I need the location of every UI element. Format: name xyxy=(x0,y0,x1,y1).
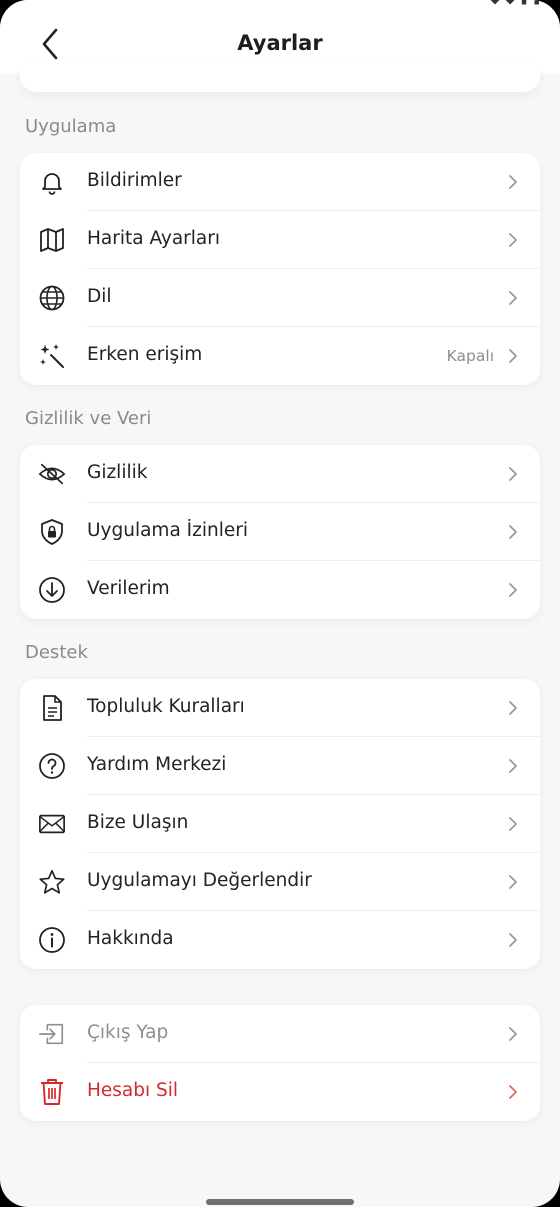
chevron-right-icon xyxy=(509,933,517,947)
settings-item-help-center[interactable]: Yardım Merkezi xyxy=(20,737,540,795)
trash-icon xyxy=(38,1078,66,1106)
card-support: Topluluk Kuralları Yardım Merkezi Bize U… xyxy=(20,679,540,969)
shield-lock-icon xyxy=(38,518,66,546)
logout-icon xyxy=(38,1020,66,1048)
chevron-right-icon xyxy=(509,1085,517,1099)
settings-item-privacy[interactable]: Gizlilik xyxy=(20,445,540,503)
settings-item-label: Çıkış Yap xyxy=(87,1022,169,1043)
settings-item-rate-app[interactable]: Uygulamayı Değerlendir xyxy=(20,853,540,911)
section-title-uygulama: Uygulama xyxy=(25,116,117,137)
settings-item-label: Bize Ulaşın xyxy=(87,812,189,833)
section-title-support: Destek xyxy=(25,642,88,663)
early-access-status: Kapalı xyxy=(446,347,494,365)
settings-item-app-permissions[interactable]: Uygulama İzinleri xyxy=(20,503,540,561)
chevron-right-icon xyxy=(509,291,517,305)
settings-item-label: Bildirimler xyxy=(87,170,182,191)
settings-item-label: Harita Ayarları xyxy=(87,228,220,249)
card-uygulama: Bildirimler Harita Ayarları Dil Erken er… xyxy=(20,153,540,385)
chevron-right-icon xyxy=(509,875,517,889)
mail-icon xyxy=(38,810,66,838)
settings-screen: ◆◆▮▮ Ayarlar Uygulama Bildirimler Harita… xyxy=(0,0,560,1207)
card-privacy: Gizlilik Uygulama İzinleri Verilerim xyxy=(20,445,540,619)
settings-item-label: Hesabı Sil xyxy=(87,1080,179,1101)
document-icon xyxy=(38,694,66,722)
settings-item-label: Yardım Merkezi xyxy=(87,754,227,775)
chevron-right-icon xyxy=(509,1027,517,1041)
previous-card-bottom xyxy=(20,64,540,92)
card-account: Çıkış Yap Hesabı Sil xyxy=(20,1005,540,1121)
chevron-right-icon xyxy=(509,175,517,189)
settings-item-notifications[interactable]: Bildirimler xyxy=(20,153,540,211)
settings-item-label: Verilerim xyxy=(87,578,170,599)
info-icon xyxy=(38,926,66,954)
settings-item-about[interactable]: Hakkında xyxy=(20,911,540,969)
eye-off-icon xyxy=(38,460,66,488)
settings-item-label: Uygulama İzinleri xyxy=(87,520,248,541)
settings-item-label: Dil xyxy=(87,286,112,307)
settings-item-label: Gizlilik xyxy=(87,462,148,483)
page-title: Ayarlar xyxy=(237,31,323,55)
bell-icon xyxy=(38,168,66,196)
status-icons: ◆◆▮▮ xyxy=(490,0,546,6)
help-circle-icon xyxy=(38,752,66,780)
download-circle-icon xyxy=(38,576,66,604)
settings-item-label: Uygulamayı Değerlendir xyxy=(87,870,312,891)
chevron-right-icon xyxy=(509,817,517,831)
star-icon xyxy=(38,868,66,896)
chevron-right-icon xyxy=(509,583,517,597)
settings-item-label: Hakkında xyxy=(87,928,174,949)
chevron-right-icon xyxy=(509,349,517,363)
chevron-right-icon xyxy=(509,701,517,715)
map-icon xyxy=(38,226,66,254)
settings-item-community-rules[interactable]: Topluluk Kuralları xyxy=(20,679,540,737)
settings-item-early-access[interactable]: Erken erişim Kapalı xyxy=(20,327,540,385)
sparkle-wand-icon xyxy=(38,342,66,370)
chevron-right-icon xyxy=(509,233,517,247)
home-indicator[interactable] xyxy=(206,1199,354,1205)
settings-item-label: Erken erişim xyxy=(87,344,203,365)
chevron-right-icon xyxy=(509,467,517,481)
settings-item-language[interactable]: Dil xyxy=(20,269,540,327)
settings-item-label: Topluluk Kuralları xyxy=(87,696,245,717)
chevron-right-icon xyxy=(509,759,517,773)
status-bar: ◆◆▮▮ xyxy=(0,0,560,12)
logout-button[interactable]: Çıkış Yap xyxy=(20,1005,540,1063)
section-title-privacy: Gizlilik ve Veri xyxy=(25,408,152,429)
globe-icon xyxy=(38,284,66,312)
settings-item-my-data[interactable]: Verilerim xyxy=(20,561,540,619)
settings-item-map-settings[interactable]: Harita Ayarları xyxy=(20,211,540,269)
settings-item-contact-us[interactable]: Bize Ulaşın xyxy=(20,795,540,853)
delete-account-button[interactable]: Hesabı Sil xyxy=(20,1063,540,1121)
chevron-right-icon xyxy=(509,525,517,539)
